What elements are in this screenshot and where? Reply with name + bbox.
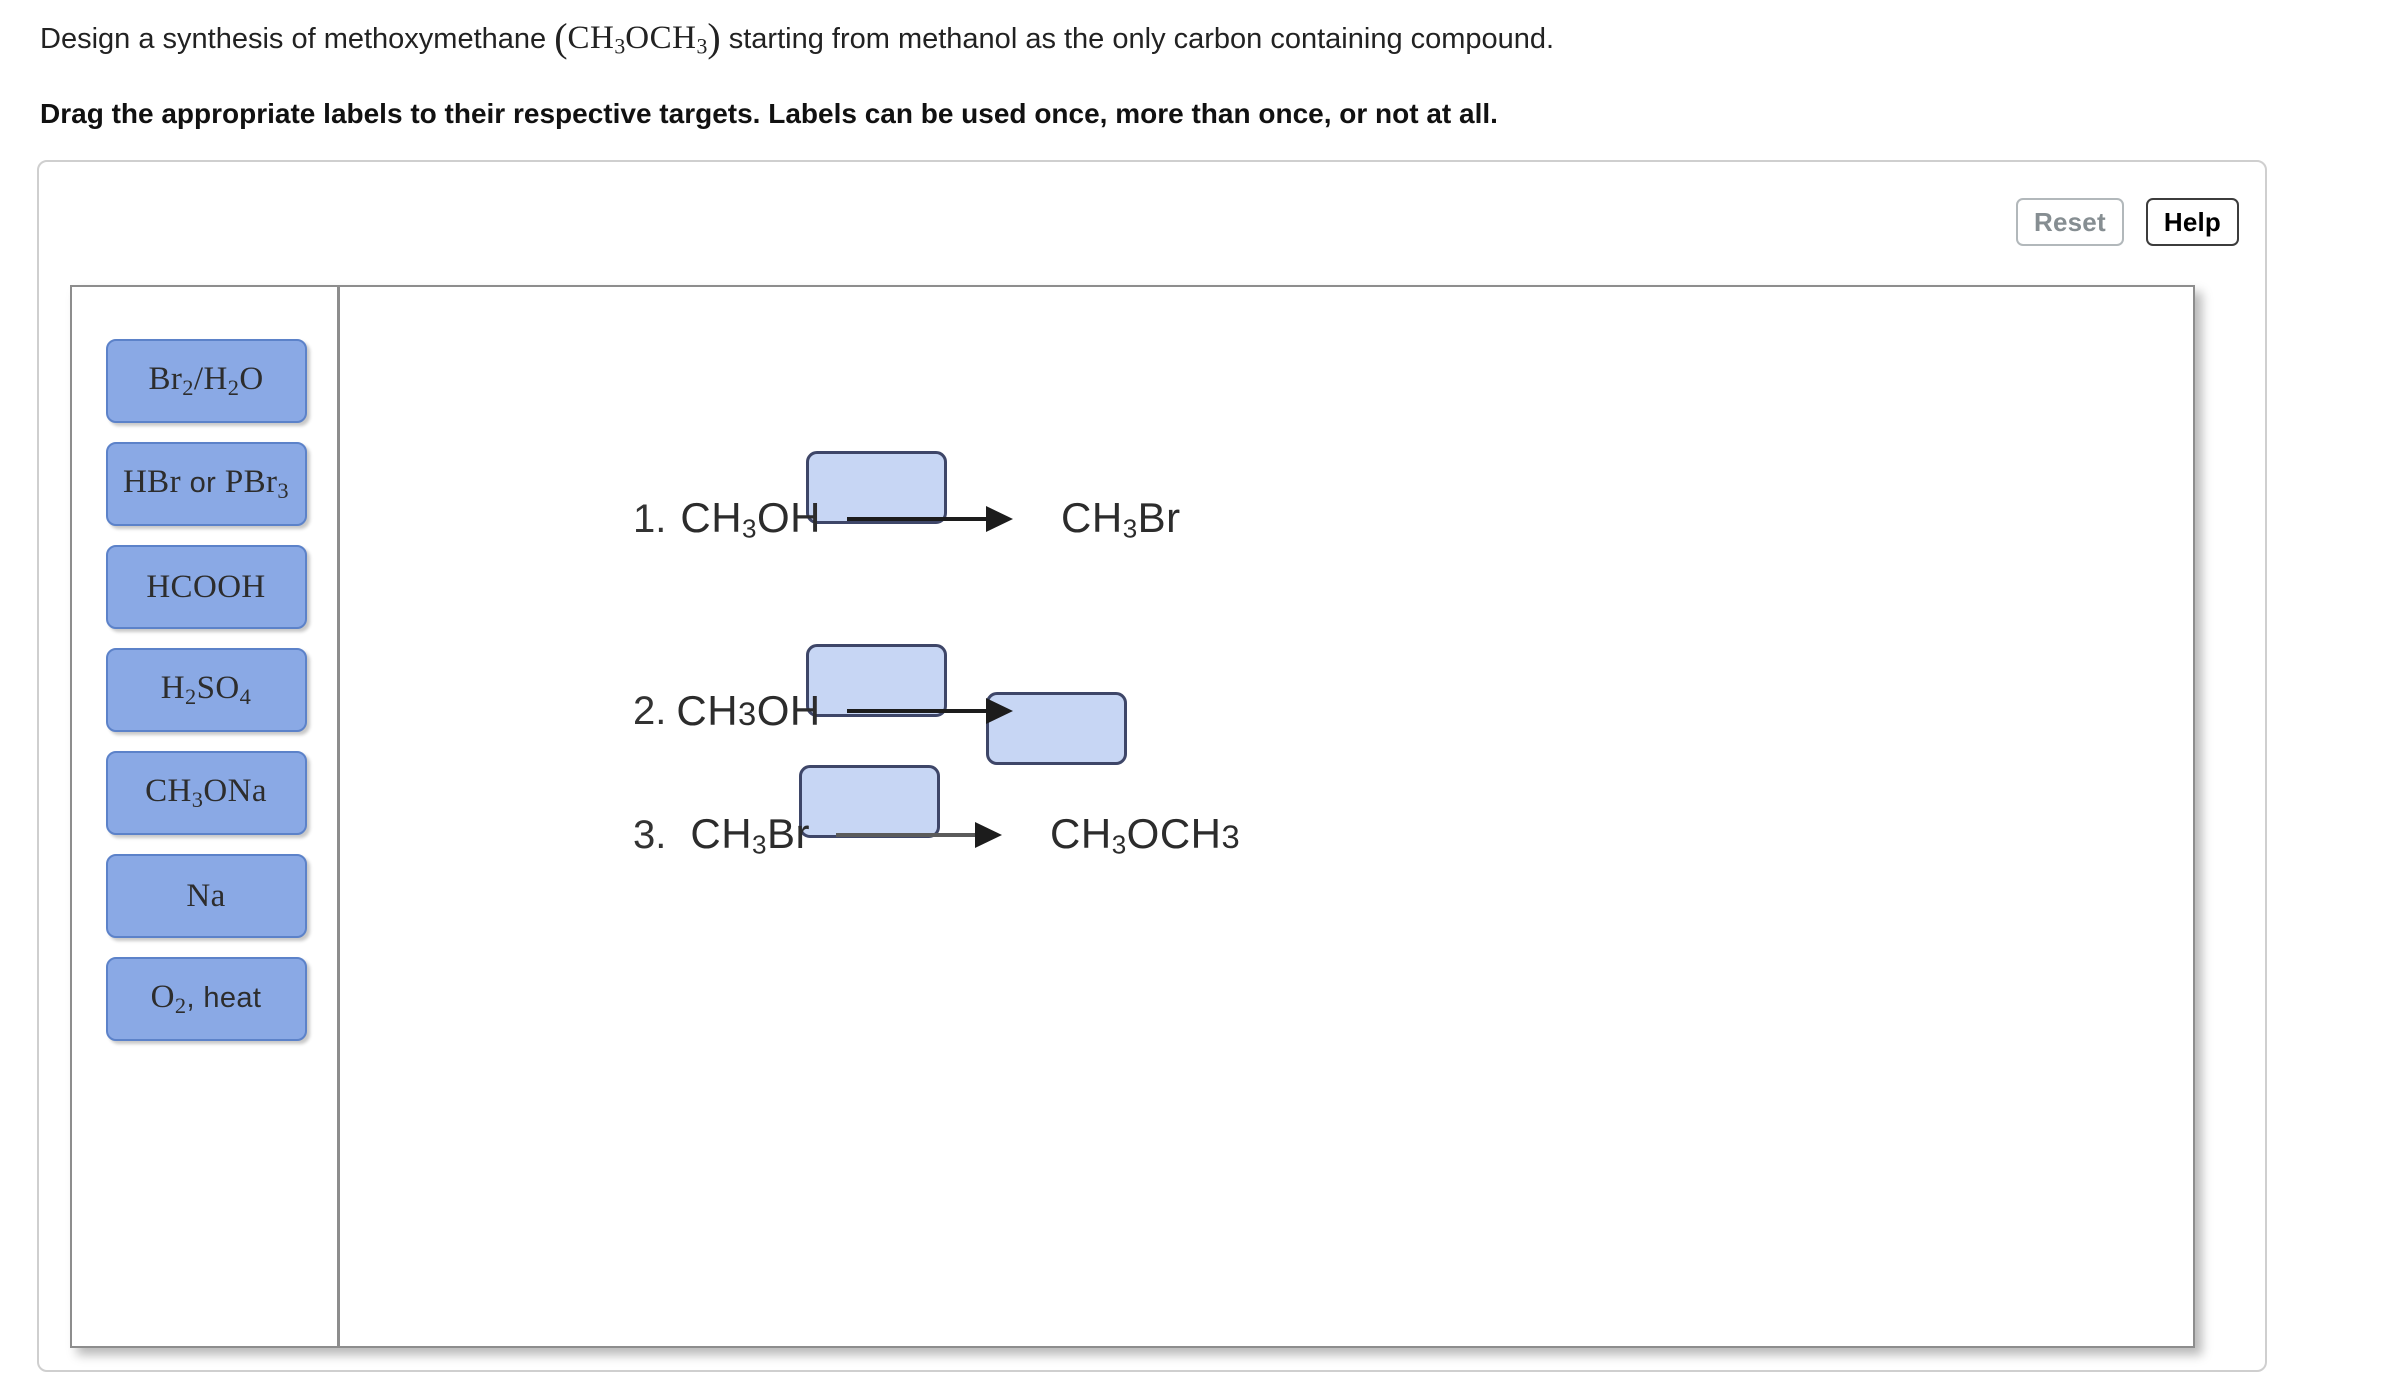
arrow-head (975, 822, 1003, 849)
methoxymethane-formula: CH3OCH3 (567, 20, 708, 59)
arrow-head (985, 698, 1013, 724)
product-step3: CH3OCH3 (1050, 810, 1241, 860)
reaction-arrow-step1 (847, 506, 1014, 533)
draggable-label-h2so4[interactable]: H2SO4 (105, 648, 307, 732)
reactant-step3: CH3Br (690, 810, 811, 860)
draggable-label-o2-heat[interactable]: O2, heat (105, 957, 307, 1041)
draggable-label-ch3ona[interactable]: CH3ONa (105, 751, 307, 835)
label-bank: Br2/H2O HBr or PBr3 HCOOH H2SO4 CH3ONa N… (72, 287, 340, 1346)
reset-button[interactable]: Reset (2016, 198, 2124, 246)
question-text-part-2: starting from methanol as the only carbo… (720, 23, 1555, 56)
reaction-number: 1. (633, 496, 667, 541)
draggable-label-br2-h2o[interactable]: Br2/H2O (105, 339, 307, 423)
prompt-block: Design a synthesis of methoxymethane (CH… (40, 18, 2340, 133)
reactant-step1: CH3OH (680, 494, 822, 544)
product-step1: CH3Br (1061, 494, 1181, 544)
reaction-scheme: 1. CH3OH CH3Br 2. CH3OH 3. CH3Br CH3OCH3 (340, 287, 2193, 1346)
label-text: H2SO4 (160, 670, 252, 709)
label-text: Br2/H2O (148, 361, 264, 400)
formula-open-paren: ( (554, 15, 568, 60)
instruction-text: Drag the appropriate labels to their res… (40, 97, 1498, 129)
reaction-row-2: 2. CH3OH (633, 687, 1013, 735)
formula-close-paren: ) (707, 15, 721, 60)
draggable-label-hcooh[interactable]: HCOOH (105, 545, 307, 629)
label-bank-list: Br2/H2O HBr or PBr3 HCOOH H2SO4 CH3ONa N… (72, 339, 340, 1060)
reaction-number: 2. (633, 688, 667, 733)
reaction-row-3: 3. CH3Br CH3OCH3 (633, 810, 1240, 861)
reaction-number: 3. (633, 812, 667, 857)
question-text-part-1: Design a synthesis of methoxymethane (40, 23, 555, 56)
reaction-arrow-step2 (846, 698, 1013, 724)
reaction-row-1: 1. CH3OH CH3Br (633, 494, 1181, 545)
question-text: Design a synthesis of methoxymethane (CH… (40, 18, 2340, 67)
draggable-label-hbr-or-pbr3[interactable]: HBr or PBr3 (105, 442, 307, 526)
arrow-shaft (846, 709, 987, 713)
toolbar: Reset Help (2016, 198, 2239, 246)
label-text: CH3ONa (145, 773, 267, 812)
activity-card: Reset Help Br2/H2O HBr or PBr3 HCOOH H2S… (37, 160, 2267, 1372)
label-text: O2, heat (150, 979, 262, 1018)
draggable-label-na[interactable]: Na (105, 854, 307, 938)
arrow-shaft (836, 833, 977, 838)
drag-drop-workspace: Br2/H2O HBr or PBr3 HCOOH H2SO4 CH3ONa N… (70, 285, 2195, 1348)
reactant-step2: CH3OH (676, 687, 821, 734)
reaction-arrow-step3 (836, 822, 1003, 849)
label-text: Na (186, 877, 226, 914)
arrow-shaft (847, 517, 988, 522)
arrow-head (986, 506, 1014, 533)
label-text: HBr or PBr3 (122, 464, 290, 503)
help-button[interactable]: Help (2145, 198, 2239, 246)
label-text: HCOOH (146, 568, 266, 605)
